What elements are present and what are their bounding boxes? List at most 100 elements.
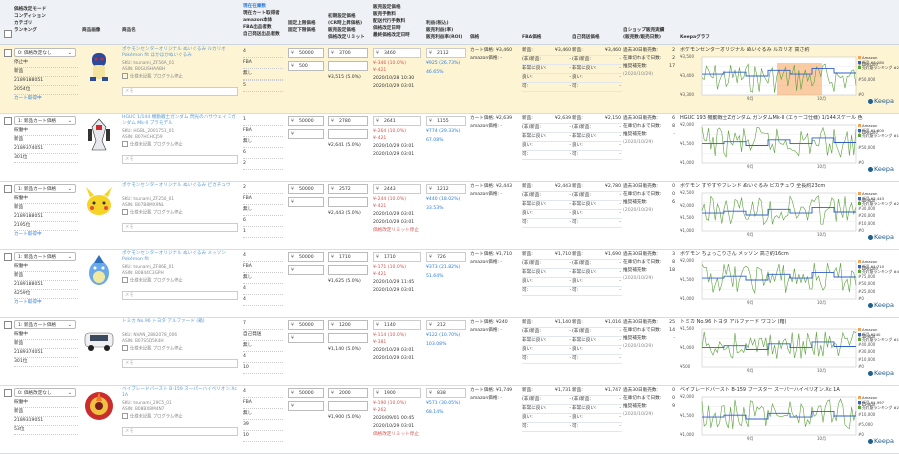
product-title-link[interactable]: ポケモンセンターオリジナル ぬいぐるみ ルカリオ Pokémon fit ほかほ… [122, 47, 240, 59]
table-row: 1: 新品カート価格 ⌄ 稼働中 新品 2189374051 301位 トミカ No.96 … [0, 317, 899, 386]
fixed-lower-price-input[interactable]: ¥ [288, 197, 324, 207]
sale-price-input[interactable]: ¥1140 [373, 320, 421, 330]
profit-input[interactable]: ¥1212 [426, 184, 466, 194]
price-mode-select[interactable]: 0: 価格改定なし ⌄ [14, 48, 76, 57]
sale-price-input[interactable]: ¥3460 [373, 48, 421, 58]
initial-price-input[interactable]: ¥2000 [328, 388, 368, 398]
cr-price-input[interactable] [328, 61, 368, 71]
row-checkbox[interactable] [4, 49, 12, 57]
initial-price-input[interactable]: ¥2780 [328, 116, 368, 126]
row-checkbox[interactable] [4, 321, 12, 329]
fixed-lower-price-input[interactable]: ¥500 [288, 61, 324, 71]
row-checkbox[interactable] [4, 185, 12, 193]
select-all-checkbox[interactable] [4, 30, 12, 38]
memo-input[interactable]: メモ [122, 427, 238, 436]
self-price-value: - [619, 261, 621, 266]
row-checkbox[interactable] [4, 389, 12, 397]
price-summary: カート価格: ¥3,460 amazon価格: - [470, 47, 520, 63]
profit-input[interactable]: ¥1155 [426, 116, 466, 126]
sales-line: 過去30日販売数: 0 [623, 183, 677, 191]
program-stop-toggle[interactable]: 仕様未記載 プログラム停止 [122, 73, 240, 81]
fba-price-line: 良い: - [522, 346, 572, 355]
row-checkbox[interactable] [4, 253, 12, 261]
price-mode-select[interactable]: 1: 新品カート価格 ⌄ [14, 252, 76, 261]
initial-price-input[interactable]: ¥1200 [328, 320, 368, 330]
fixed-upper-price-input[interactable]: ¥50000 [288, 388, 324, 398]
price-mode-select[interactable]: 1: 新品カート価格 ⌄ [14, 184, 76, 193]
fixed-lower-price-input[interactable]: ¥ [288, 333, 324, 343]
profit-input[interactable]: ¥2112 [426, 48, 466, 58]
sales-performance: 過去30日販売数: 3 在庫切れまで日数: 8 推奨補充数: 18 (2020/10/29) [623, 251, 677, 283]
row-checkbox[interactable] [4, 117, 12, 125]
product-title-link[interactable]: ベイブレードバースト B-159 スーパーハイペリオン.Xc 1A [122, 387, 240, 399]
sale-price-input[interactable]: ¥2641 [373, 116, 421, 126]
product-title-link[interactable]: トミカ No.96 トヨタ アルファード (箱) [122, 319, 240, 325]
keepa-graph[interactable]: トミカ No.96 トヨタ アルファード ワゴン (箱) ¥1,500 ¥1,000… [680, 319, 899, 377]
sale-price-input[interactable]: ¥2443 [373, 184, 421, 194]
product-title-link[interactable]: ポケモンセンターオリジナル ぬいぐるみ メッソン Pokémon fit [122, 251, 240, 263]
price-mode-select[interactable]: 0: 価格改定なし ⌄ [14, 388, 76, 397]
product-title-link[interactable]: HGUC 1/144 機動戦士ガンダム 閃光のハサウェイ Ξガンダム Mk-II… [122, 115, 240, 127]
fixed-upper-price-input[interactable]: ¥50000 [288, 320, 324, 330]
keepa-graph[interactable]: ポケモン ちょっこりさん メッソン 高さ約16cm ¥2,000 ¥1,500 ¥1,… [680, 251, 899, 309]
profit-input[interactable]: ¥726 [426, 252, 466, 262]
fixed-upper-price-input[interactable]: ¥50000 [288, 48, 324, 58]
cr-price-input[interactable] [328, 401, 368, 411]
program-stop-toggle[interactable]: 仕様未記載 プログラム停止 [122, 209, 240, 217]
keepa-legend-swatch [858, 192, 861, 195]
memo-input[interactable]: メモ [122, 223, 238, 232]
sale-price-input[interactable]: ¥1710 [373, 252, 421, 262]
stock-value: FBA [243, 262, 283, 273]
fixed-upper-price-input[interactable]: ¥50000 [288, 116, 324, 126]
program-stop-toggle[interactable]: 仕様未記載 プログラム停止 [122, 345, 240, 353]
fixed-lower-price-input[interactable]: ¥ [288, 265, 324, 275]
sales-value: 8 [672, 260, 675, 265]
cr-price-input[interactable] [328, 197, 368, 207]
cr-price-input[interactable] [328, 333, 368, 343]
keepa-logo: Keepa [867, 437, 894, 445]
fixed-upper-price-input[interactable]: ¥50000 [288, 252, 324, 262]
program-stop-toggle[interactable]: 仕様未記載 プログラム停止 [122, 413, 240, 421]
product-title-link[interactable]: ポケモンセンターオリジナル ぬいぐるみ ピカチュウ [122, 183, 240, 189]
sales-line: 在庫切れまで日数: 0 [623, 395, 677, 403]
keepa-y-tick-left: ¥1,500 [680, 413, 694, 418]
fixed-lower-price-input[interactable]: ¥ [288, 401, 324, 411]
fba-price-grid: 新品: ¥1,140 (非)新品: - 非常に良い: - 良い: - 可: - [522, 319, 572, 364]
keepa-x-tick: 9月 [747, 368, 754, 373]
self-price-line: 可: - [572, 287, 622, 296]
memo-input[interactable]: メモ [122, 359, 238, 368]
initial-price-input[interactable]: ¥1710 [328, 252, 368, 262]
keepa-y-tick-right: #25,000 [858, 288, 876, 294]
memo-input[interactable]: メモ [122, 155, 238, 164]
memo-input[interactable]: メモ [122, 87, 238, 96]
meta-rank: 53位 [14, 426, 78, 435]
keepa-graph[interactable]: ポケモン すやすやフレンド ぬいぐるみ ピカチュウ 全長約23cm ¥2,500 ¥… [680, 183, 899, 241]
initial-price-input[interactable]: ¥2572 [328, 184, 368, 194]
cr-price-input[interactable] [328, 265, 368, 275]
meta-condition: 新品 [14, 204, 78, 213]
fba-price-line: (非)新品: - [522, 396, 572, 405]
initial-price-input[interactable]: ¥3700 [328, 48, 368, 58]
amazon-price: amazon価格: - [470, 260, 503, 265]
self-price-line: (非)新品: - [572, 328, 622, 337]
profit-input[interactable]: ¥838 [426, 388, 466, 398]
cr-price-input[interactable] [328, 129, 368, 139]
keepa-graph[interactable]: HGUC 193 機動戦士Zガンダム ガンダムMk-II (エゥーゴ仕様) 1/… [680, 115, 899, 173]
fixed-upper-price-input[interactable]: ¥50000 [288, 184, 324, 194]
self-price-value: - [619, 202, 621, 207]
fixed-lower-price-input[interactable]: ¥ [288, 129, 324, 139]
keepa-y-tick-left: ¥1,000 [680, 160, 694, 165]
profit-roi: 33.53% [426, 206, 444, 211]
price-mode-select[interactable]: 1: 新品カート価格 ⌄ [14, 116, 76, 125]
program-stop-toggle[interactable]: 仕様未記載 プログラム停止 [122, 277, 240, 285]
profit-input[interactable]: ¥212 [426, 320, 466, 330]
fixed-upper-value: 50000 [299, 51, 314, 56]
keepa-legend-item: 売れ筋ランキング #2,763 [858, 65, 899, 70]
sale-price-input[interactable]: ¥1900 [373, 388, 421, 398]
keepa-graph[interactable]: ベイブレードバースト B-159 ブースター スーパーハイペリオン.Xc 1A ¥… [680, 387, 899, 445]
program-stop-toggle[interactable]: 仕様未記載 プログラム停止 [122, 141, 240, 149]
keepa-graph[interactable]: ポケモンセンターオリジナル ぬいぐるみ ルカリオ 高さ約 ¥3,500 ¥3,400… [680, 47, 899, 105]
price-mode-select[interactable]: 1: 新品カート価格 ⌄ [14, 320, 76, 329]
yen-icon: ¥ [376, 323, 379, 328]
memo-input[interactable]: メモ [122, 291, 238, 300]
